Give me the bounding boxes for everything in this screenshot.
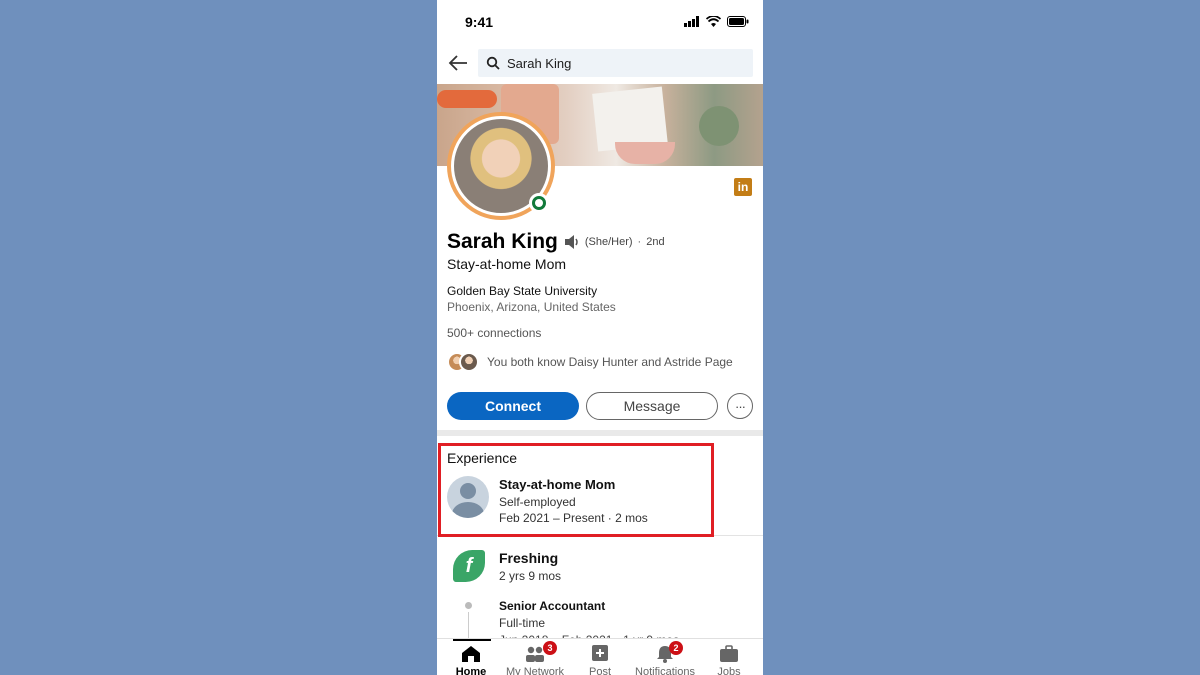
search-input[interactable]: Sarah King bbox=[507, 56, 571, 71]
section-divider bbox=[437, 430, 763, 436]
active-indicator bbox=[453, 639, 491, 641]
search-bar[interactable]: Sarah King bbox=[478, 49, 753, 77]
linkedin-premium-icon: in bbox=[734, 178, 752, 196]
briefcase-icon bbox=[720, 645, 738, 662]
mutual-connections-text: You both know Daisy Hunter and Astride P… bbox=[487, 355, 733, 369]
name-pronunciation-speaker-icon[interactable] bbox=[563, 234, 581, 250]
connections-count[interactable]: 500+ connections bbox=[447, 326, 541, 340]
timeline-dot bbox=[465, 602, 472, 609]
notifications-badge: 2 bbox=[669, 641, 683, 655]
search-icon bbox=[486, 56, 500, 70]
signal-icon bbox=[684, 16, 699, 27]
nav-label: Notifications bbox=[635, 666, 695, 675]
wifi-icon bbox=[706, 16, 721, 27]
post-icon bbox=[592, 645, 608, 661]
profile-location: Phoenix, Arizona, United States bbox=[447, 300, 616, 314]
status-icons bbox=[684, 16, 749, 27]
company-name: Freshing bbox=[499, 550, 559, 566]
nav-home[interactable]: Home bbox=[439, 639, 503, 675]
profile-school[interactable]: Golden Bay State University bbox=[447, 284, 597, 298]
profile-name: Sarah King bbox=[447, 230, 558, 253]
mutual-connections[interactable]: You both know Daisy Hunter and Astride P… bbox=[447, 352, 733, 372]
nav-label: Jobs bbox=[717, 666, 741, 675]
company-duration: 2 yrs 9 mos bbox=[499, 569, 562, 583]
back-arrow-icon[interactable] bbox=[447, 52, 469, 74]
home-icon bbox=[462, 646, 480, 662]
online-status-icon bbox=[529, 193, 549, 213]
separator-dot: · bbox=[637, 236, 642, 248]
name-row: Sarah King (She/Her) · 2nd bbox=[447, 230, 665, 254]
battery-icon bbox=[727, 16, 749, 27]
network-badge: 3 bbox=[543, 641, 557, 655]
status-time: 9:41 bbox=[465, 14, 494, 30]
nav-label: Home bbox=[455, 666, 487, 675]
nav-notifications[interactable]: 2 Notifications bbox=[633, 639, 697, 675]
more-options-button[interactable]: ··· bbox=[727, 393, 753, 419]
nav-label: Post bbox=[588, 666, 611, 675]
status-bar: 9:41 bbox=[437, 0, 763, 44]
position-type: Full-time bbox=[499, 616, 546, 630]
freshing-logo-icon: f bbox=[453, 550, 485, 582]
position-title: Senior Accountant bbox=[499, 599, 606, 613]
profile-headline: Stay-at-home Mom bbox=[447, 256, 567, 272]
message-button[interactable]: Message bbox=[586, 392, 718, 420]
mutual-avatar bbox=[459, 352, 479, 372]
connection-degree: 2nd bbox=[646, 236, 665, 248]
phone-screen: 9:41 Sarah King in Sarah King (She/Her) … bbox=[437, 0, 763, 675]
nav-post[interactable]: Post bbox=[568, 639, 632, 675]
top-bar: Sarah King bbox=[437, 46, 763, 82]
my-network-icon bbox=[526, 646, 544, 662]
nav-my-network[interactable]: 3 My Network bbox=[503, 639, 567, 675]
connect-button[interactable]: Connect bbox=[447, 392, 579, 420]
experience-highlight-box bbox=[438, 443, 714, 537]
nav-label: My Network bbox=[505, 666, 565, 675]
pronouns: (She/Her) bbox=[584, 236, 633, 248]
timeline-line bbox=[468, 612, 469, 640]
nav-jobs[interactable]: Jobs bbox=[697, 639, 761, 675]
bottom-navigation: Home 3 My Network Post 2 Notifications J… bbox=[437, 638, 763, 675]
